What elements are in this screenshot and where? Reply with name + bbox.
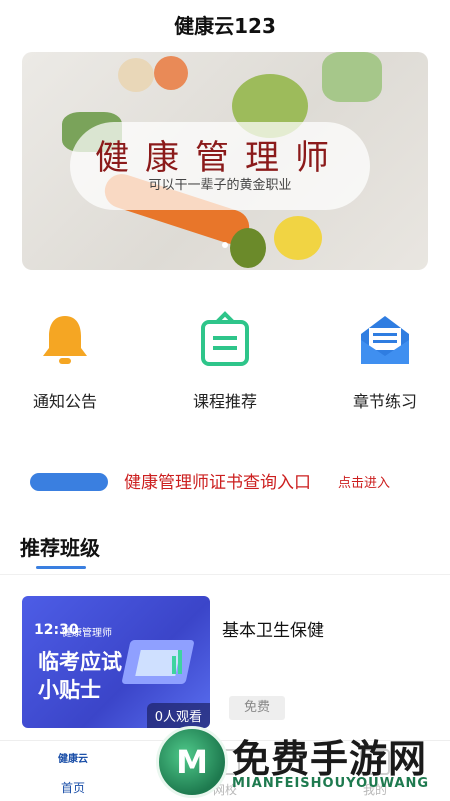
- course-title[interactable]: 基本卫生保健: [222, 616, 324, 641]
- chart-illustration: [178, 650, 182, 674]
- section-underline: [36, 566, 86, 569]
- home-logo-icon: 健康云: [58, 754, 88, 765]
- cert-query-link[interactable]: 点击进入: [338, 472, 390, 491]
- entry-practice-label: 章节练习: [352, 392, 417, 411]
- entry-course[interactable]: 课程推荐: [160, 310, 290, 412]
- banner-subtitle: 可以干一辈子的黄金职业: [148, 178, 292, 193]
- entry-notice[interactable]: 通知公告: [0, 310, 130, 412]
- entry-notice-label: 通知公告: [32, 392, 97, 411]
- envelope-icon: [355, 310, 415, 370]
- avocado-decoration: [230, 228, 266, 268]
- course-thumbnail[interactable]: 12:30 健康管理师 临考应试 小贴士 0人观看: [22, 596, 210, 728]
- leek-decoration: [322, 52, 382, 102]
- watermark-domain: MIANFEISHOUYOUWANG: [232, 776, 430, 791]
- entry-course-label: 课程推荐: [192, 392, 257, 411]
- thumb-headline-1: 临考应试: [38, 650, 122, 674]
- bell-icon: [35, 310, 95, 370]
- carousel-indicator: [22, 242, 428, 248]
- chart-illustration: [172, 656, 176, 674]
- apple-decoration: [118, 58, 154, 92]
- course-card[interactable]: 12:30 健康管理师 临考应试 小贴士 0人观看 基本卫生保健 免费: [22, 596, 432, 728]
- clipboard-icon: [195, 310, 255, 370]
- section-title: 推荐班级: [20, 536, 100, 560]
- tab-home-label: 首页: [60, 781, 85, 795]
- lemon-decoration: [274, 216, 322, 260]
- cert-query-text[interactable]: 健康管理师证书查询入口: [124, 468, 311, 493]
- watermark: M 免费手游网 MIANFEISHOUYOUWANG: [156, 724, 446, 798]
- app-title: 健康云123: [174, 13, 276, 38]
- divider: [0, 574, 450, 575]
- banner-title: 健康管理师: [95, 138, 345, 178]
- cert-query-bar[interactable]: 健康管理师证书查询入口 点击进入: [0, 466, 450, 496]
- tab-home[interactable]: 健康云 首页: [28, 747, 118, 796]
- watermark-brand: 免费手游网: [232, 737, 428, 781]
- entry-practice[interactable]: 章节练习: [320, 310, 450, 412]
- thumb-brand: 健康管理师: [62, 628, 112, 639]
- banner-carousel[interactable]: 健康管理师 可以干一辈子的黄金职业: [22, 52, 428, 270]
- thumb-headline-2: 小贴士: [38, 678, 101, 702]
- watermark-logo-icon: M: [156, 726, 228, 798]
- cert-query-pill: [30, 473, 108, 491]
- price-badge: 免费: [229, 696, 285, 720]
- peach-decoration: [154, 56, 188, 90]
- quick-entry-grid: 通知公告 课程推荐 章节练习: [0, 310, 450, 420]
- carousel-dot[interactable]: [222, 242, 228, 248]
